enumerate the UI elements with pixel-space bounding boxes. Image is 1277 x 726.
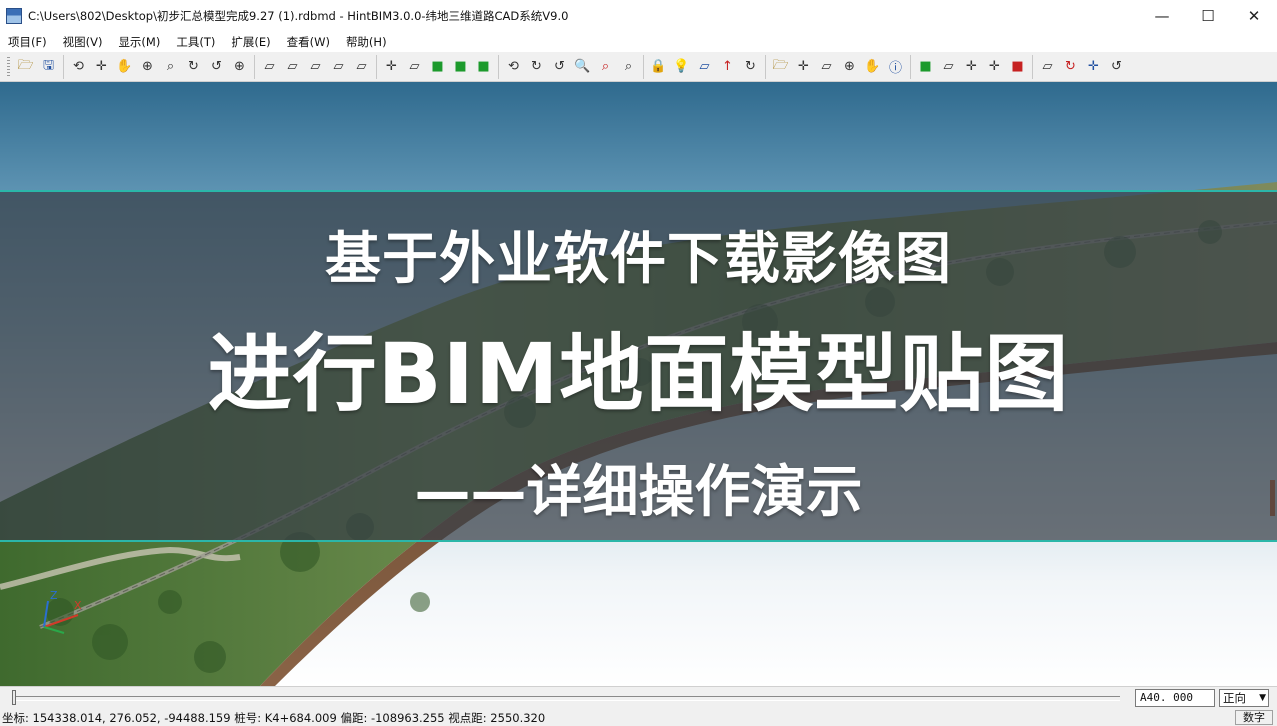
view-direction-value: 正向: [1223, 691, 1246, 705]
overlay-headline-2: 进行BIM地面模型贴图: [207, 325, 1070, 423]
toolbar-grip[interactable]: [7, 56, 10, 77]
check-line-icon[interactable]: ⌕: [596, 57, 616, 77]
minimize-button[interactable]: —: [1139, 0, 1185, 32]
window-title: C:\Users\802\Desktop\初步汇总模型完成9.27 (1).rd…: [28, 9, 569, 23]
menu-bar: 项目(F) 视图(V) 显示(M) 工具(T) 扩展(E) 查看(W) 帮助(H…: [0, 32, 1277, 52]
hand-icon[interactable]: ✋: [115, 57, 135, 77]
toolbar-group-export: ■ ▱ ✛ ✛ ■: [910, 54, 1032, 79]
toolbar-group-analysis: 🗁 ✛ ▱ ⊕ ✋ ⓘ: [765, 54, 910, 79]
view-right-icon[interactable]: ▱: [329, 57, 349, 77]
svg-text:X: X: [74, 599, 82, 612]
zoom-window-icon[interactable]: ⌕: [161, 57, 181, 77]
svg-text:Z: Z: [50, 589, 58, 602]
status-bar: 坐标: 154338.014, 276.052, -94488.159 桩号: …: [0, 710, 1277, 726]
measure-icon[interactable]: ✛: [794, 57, 814, 77]
overlay-headline-3: ——详细操作演示: [414, 460, 863, 525]
tree-icon[interactable]: ✋: [863, 57, 883, 77]
toolbar-group-navigate: ⟲ ✛ ✋ ⊕ ⌕ ↻ ↺ ⊕: [63, 54, 254, 79]
close-button[interactable]: ✕: [1231, 0, 1277, 32]
window-controls: — ☐ ✕: [1139, 0, 1277, 32]
animation-slider-thumb[interactable]: [12, 690, 16, 705]
toolbar-group-views: ▱ ▱ ▱ ▱ ▱: [254, 54, 376, 79]
refresh-icon[interactable]: ↻: [741, 57, 761, 77]
view-front-icon[interactable]: ▱: [260, 57, 280, 77]
3d-viewport[interactable]: 基于外业软件下载影像图 进行BIM地面模型贴图 ——详细操作演示 X Z: [0, 82, 1277, 686]
network-icon[interactable]: ✛: [1084, 57, 1104, 77]
display-panel-icon[interactable]: ▱: [695, 57, 715, 77]
view-back-icon[interactable]: ▱: [283, 57, 303, 77]
toolbar-group-road: ⟲ ↻ ↺ 🔍 ⌕ ⌕: [498, 54, 643, 79]
scale-input[interactable]: A40. 000: [1135, 689, 1215, 707]
textured-cube-icon[interactable]: ■: [451, 57, 471, 77]
export-icon[interactable]: ▱: [1038, 57, 1058, 77]
polygon-icon[interactable]: ▱: [817, 57, 837, 77]
input-mode-indicator: 数字: [1235, 710, 1273, 725]
title-bar: C:\Users\802\Desktop\初步汇总模型完成9.27 (1).rd…: [0, 0, 1277, 32]
toolbar-group-misc: ▱ ↻ ✛ ↺: [1032, 54, 1131, 79]
toolbar-group-file: 🗁 🖫: [4, 55, 63, 79]
menu-display[interactable]: 显示(M): [110, 34, 168, 50]
map-icon[interactable]: ■: [1008, 57, 1028, 77]
transfer-icon[interactable]: ✛: [985, 57, 1005, 77]
coordinate-readout: 坐标: 154338.014, 276.052, -94488.159 桩号: …: [2, 711, 546, 725]
points-icon[interactable]: ✛: [382, 57, 402, 77]
light-bulb-icon[interactable]: 💡: [672, 57, 692, 77]
overlay-headline-1: 基于外业软件下载影像图: [325, 227, 952, 292]
add-icon[interactable]: ✛: [962, 57, 982, 77]
open-file-icon[interactable]: 🗁: [16, 57, 36, 77]
axis-gizmo-icon: X Z: [43, 589, 82, 634]
road-profile-icon[interactable]: ↺: [550, 57, 570, 77]
edit-line-icon[interactable]: 🔍: [573, 57, 593, 77]
camera-icon[interactable]: 🗁: [771, 57, 791, 77]
wireframe-cube-icon[interactable]: ▱: [405, 57, 425, 77]
info-icon[interactable]: ⓘ: [886, 57, 906, 77]
view-control-strip: A40. 000 正向 ▼: [0, 686, 1277, 710]
chevron-down-icon: ▼: [1259, 693, 1266, 703]
sync-icon[interactable]: ↻: [1061, 57, 1081, 77]
exit-icon[interactable]: ↺: [1107, 57, 1127, 77]
toolbar-group-tools: 🔒 💡 ▱ ↑ ↻: [643, 54, 765, 79]
animation-slider-track[interactable]: [12, 696, 1120, 701]
layer-icon[interactable]: ■: [916, 57, 936, 77]
shaded-cube-icon[interactable]: ■: [428, 57, 448, 77]
zoom-extents-icon[interactable]: ⊕: [230, 57, 250, 77]
menu-project[interactable]: 项目(F): [0, 34, 55, 50]
menu-tools[interactable]: 工具(T): [168, 34, 223, 50]
compass-icon[interactable]: ⊕: [840, 57, 860, 77]
zoom-in-icon[interactable]: ⊕: [138, 57, 158, 77]
app-icon: [6, 8, 22, 24]
view-top-icon[interactable]: ▱: [352, 57, 372, 77]
maximize-button[interactable]: ☐: [1185, 0, 1231, 32]
pan-icon[interactable]: ✛: [92, 57, 112, 77]
menu-view[interactable]: 视图(V): [55, 34, 111, 50]
check-surface-icon[interactable]: ⌕: [619, 57, 639, 77]
rotate-cw-icon[interactable]: ↻: [184, 57, 204, 77]
menu-inspect[interactable]: 查看(W): [279, 34, 338, 50]
view-direction-select[interactable]: 正向 ▼: [1219, 689, 1269, 707]
terrain-model-icon[interactable]: ■: [474, 57, 494, 77]
toolbar-group-render: ✛ ▱ ■ ■ ■: [376, 54, 498, 79]
orbit-icon[interactable]: ⟲: [69, 57, 89, 77]
road-section-icon[interactable]: ↻: [527, 57, 547, 77]
image-icon[interactable]: ▱: [939, 57, 959, 77]
application-window: C:\Users\802\Desktop\初步汇总模型完成9.27 (1).rd…: [0, 0, 1277, 726]
road-alignment-icon[interactable]: ⟲: [504, 57, 524, 77]
arrow-up-icon[interactable]: ↑: [718, 57, 738, 77]
view-left-icon[interactable]: ▱: [306, 57, 326, 77]
menu-help[interactable]: 帮助(H): [338, 34, 395, 50]
rotate-ccw-icon[interactable]: ↺: [207, 57, 227, 77]
main-toolbar: 🗁 🖫 ⟲ ✛ ✋ ⊕ ⌕ ↻ ↺ ⊕ ▱ ▱ ▱ ▱ ▱ ✛ ▱ ■ ■ ■: [0, 52, 1277, 82]
menu-extensions[interactable]: 扩展(E): [223, 34, 278, 50]
lock-icon[interactable]: 🔒: [649, 57, 669, 77]
save-icon[interactable]: 🖫: [39, 57, 59, 77]
